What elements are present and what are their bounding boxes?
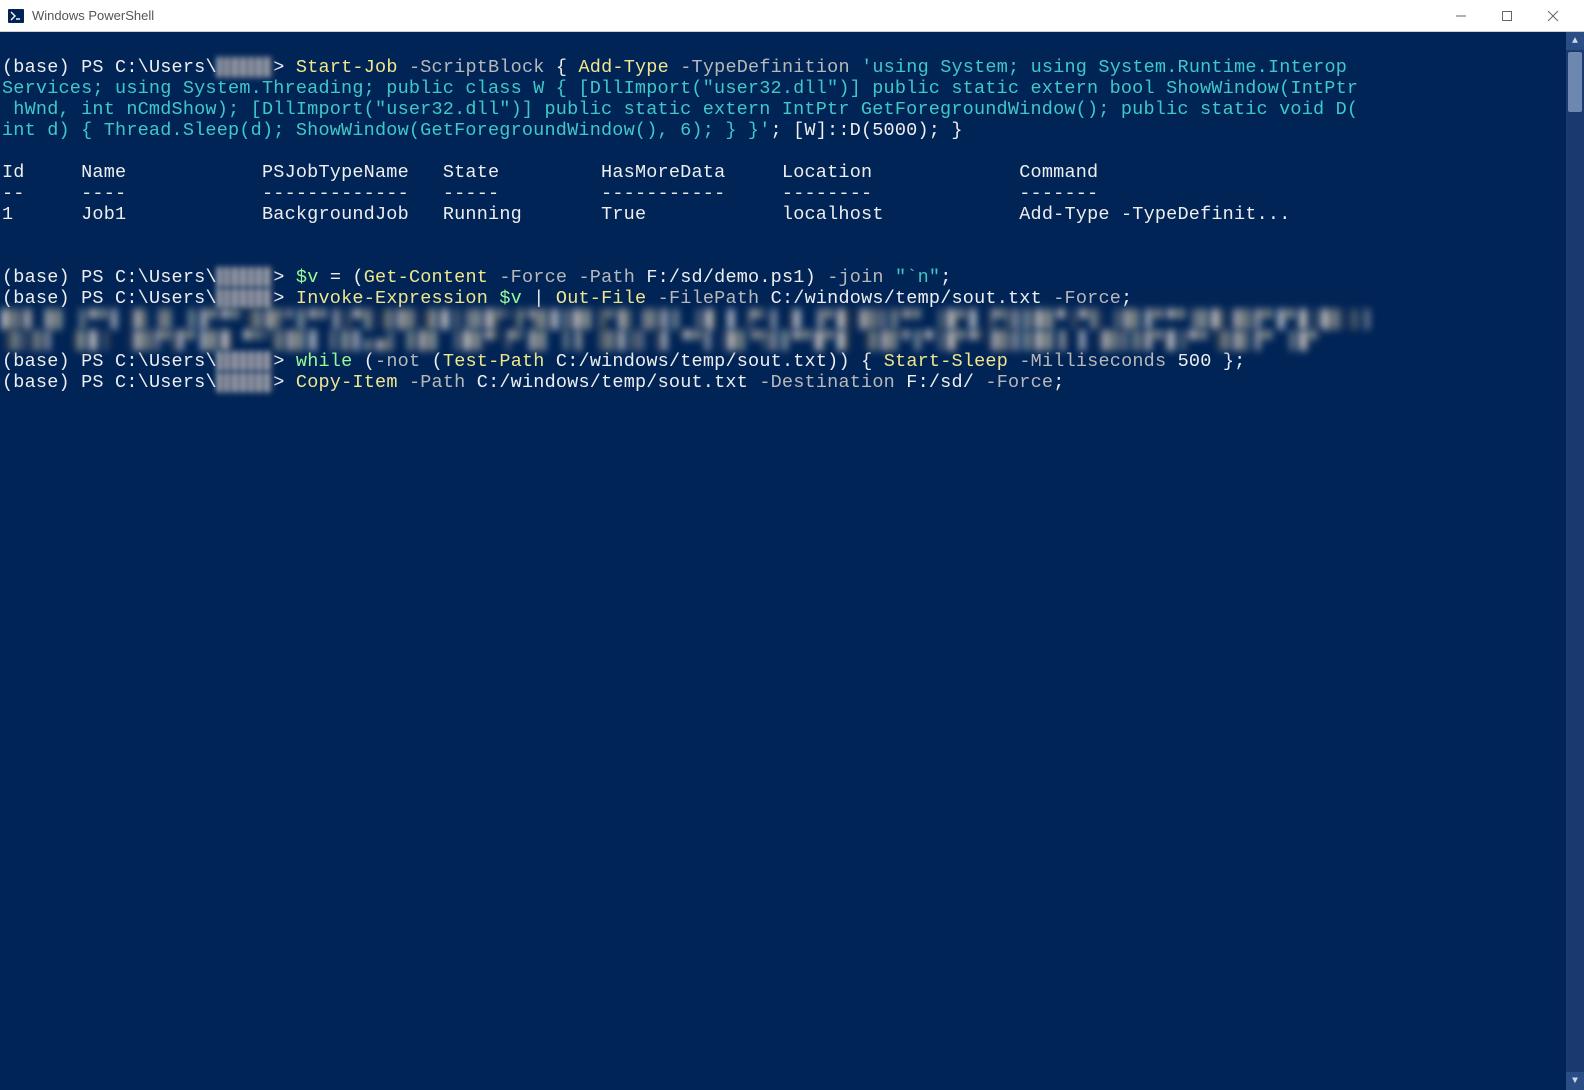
close-button[interactable] bbox=[1530, 1, 1576, 31]
line-2: Services; using System.Threading; public… bbox=[2, 78, 1358, 99]
table-divider: -- ---- ------------- ----- ----------- … bbox=[2, 183, 1098, 204]
minimize-button[interactable] bbox=[1438, 1, 1484, 31]
table-row: 1 Job1 BackgroundJob Running True localh… bbox=[2, 204, 1291, 225]
line-7: (base) PS C:\Users\█████> while (-not (T… bbox=[2, 351, 1245, 372]
scroll-thumb[interactable] bbox=[1568, 52, 1582, 112]
powershell-icon bbox=[8, 8, 24, 24]
blank-2 bbox=[2, 225, 13, 246]
window-title: Windows PowerShell bbox=[32, 8, 154, 23]
blank-1 bbox=[2, 141, 13, 162]
scroll-down-arrow-icon[interactable]: ▼ bbox=[1566, 1072, 1584, 1090]
table-header: Id Name PSJobTypeName State HasMoreData … bbox=[2, 162, 1098, 183]
line-1: (base) PS C:\Users\█████> Start-Job -Scr… bbox=[2, 57, 1347, 78]
line-8: (base) PS C:\Users\█████> Copy-Item -Pat… bbox=[2, 372, 1065, 393]
scroll-up-arrow-icon[interactable]: ▲ bbox=[1566, 32, 1584, 50]
obfuscated-line-1: ██▌▐█ ▐▀▀▌▐█ █ ▐▐▀▀▀▐██▀▐▀▀▐▐▀█▐██▌██▐▐█… bbox=[2, 309, 1370, 330]
terminal-area[interactable]: (base) PS C:\Users\█████> Start-Job -Scr… bbox=[0, 32, 1584, 1090]
line-4: int d) { Thread.Sleep(d); ShowWindow(Get… bbox=[2, 120, 963, 141]
maximize-button[interactable] bbox=[1484, 1, 1530, 31]
window-controls bbox=[1438, 1, 1576, 31]
window-titlebar: Windows PowerShell bbox=[0, 0, 1584, 32]
line-6: (base) PS C:\Users\█████> Invoke-Express… bbox=[2, 288, 1132, 309]
line-3: hWnd, int nCmdShow); [DllImport("user32.… bbox=[2, 99, 1358, 120]
blank-3 bbox=[2, 246, 13, 267]
obfuscated-line-2: ▐█▐█ ██▐ ▐██▀█▀▐██ ▀▀▐██▐ ▌█▌▄▄▌▐██ ▐██▀… bbox=[2, 330, 1333, 351]
line-5: (base) PS C:\Users\█████> $v = (Get-Cont… bbox=[2, 267, 952, 288]
vertical-scrollbar[interactable]: ▲ ▼ bbox=[1566, 32, 1584, 1090]
terminal-output[interactable]: (base) PS C:\Users\█████> Start-Job -Scr… bbox=[0, 32, 1566, 1090]
